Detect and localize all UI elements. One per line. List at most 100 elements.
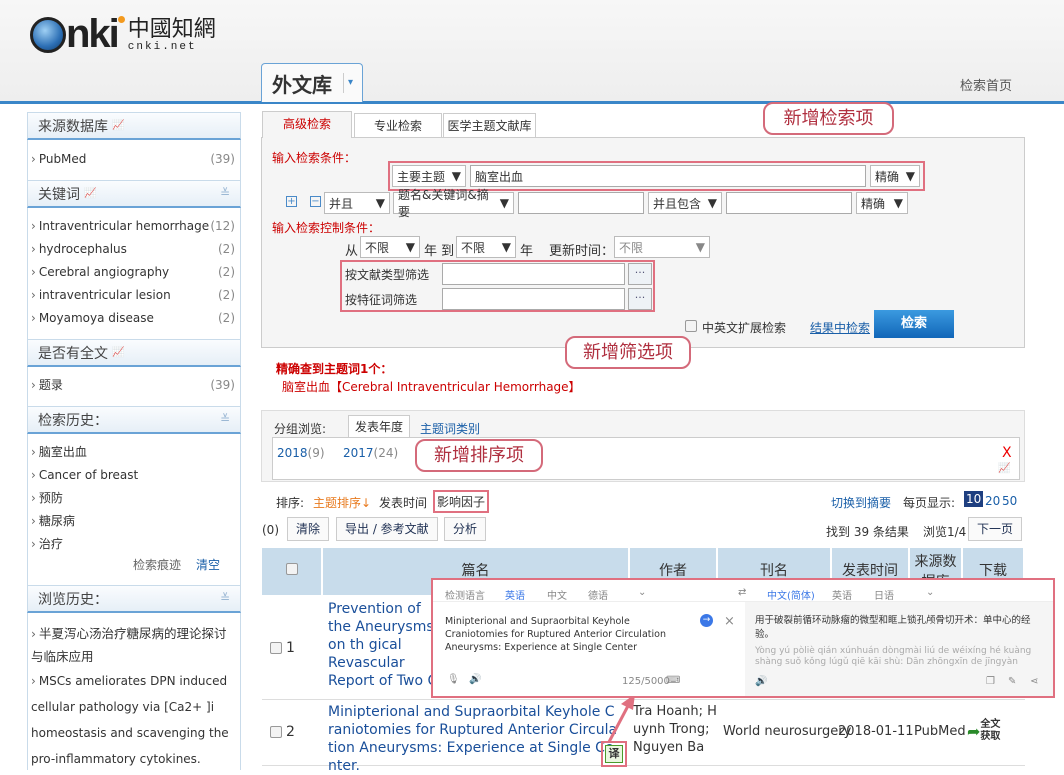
list-item[interactable]: › 脑室出血 bbox=[27, 444, 241, 460]
tab-advanced[interactable]: 高级检索 bbox=[262, 111, 352, 138]
target-lang-english[interactable]: 英语 bbox=[832, 587, 852, 602]
tab-subject-category[interactable]: 主题词类别 bbox=[420, 420, 480, 437]
feature-more-button[interactable]: ··· bbox=[628, 288, 652, 310]
match-select-2[interactable]: 精确 ▼ bbox=[856, 192, 908, 214]
switch-abstract-link[interactable]: 切换到摘要 bbox=[831, 494, 891, 511]
year-value[interactable]: 2018 bbox=[277, 446, 308, 460]
year-2018[interactable]: 2018(9) bbox=[277, 446, 325, 460]
match-select[interactable]: 精确 ▼ bbox=[870, 165, 920, 187]
search-input-2[interactable] bbox=[518, 192, 644, 214]
item-label[interactable]: Intraventricular hemorrhage bbox=[39, 219, 209, 233]
item-label[interactable]: Cancer of breast bbox=[39, 468, 138, 482]
tab-professional[interactable]: 专业检索 bbox=[354, 113, 442, 138]
clear-text-icon[interactable]: × bbox=[724, 614, 735, 629]
list-item[interactable]: › 半夏泻心汤治疗糖尿病的理论探讨与临床应用 bbox=[27, 622, 237, 668]
item-label[interactable]: MSCs ameliorates DPN induced cellular pa… bbox=[31, 674, 229, 766]
list-item[interactable]: › 治疗 bbox=[27, 536, 241, 552]
feature-filter-input[interactable] bbox=[442, 288, 625, 310]
author-cell[interactable]: Tra Hoanh; Huynh Trong; Nguyen Ba bbox=[633, 703, 717, 757]
search-input-3[interactable] bbox=[726, 192, 852, 214]
item-label[interactable]: Cerebral angiography bbox=[39, 265, 169, 279]
speaker-icon[interactable]: 🔊 bbox=[469, 674, 481, 685]
item-label[interactable]: Moyamoya disease bbox=[39, 311, 154, 325]
article-title-link[interactable]: Prevention of the Aneurysms on th gical … bbox=[328, 600, 438, 692]
chevron-down-icon[interactable]: ⌄ bbox=[926, 587, 934, 598]
year-value[interactable]: 2017 bbox=[343, 446, 374, 460]
detect-language-tab[interactable]: 检测语言 bbox=[445, 587, 485, 602]
list-item[interactable]: › 预防 bbox=[27, 490, 241, 506]
share-icon[interactable]: ⋖ bbox=[1030, 676, 1038, 687]
translate-go-icon[interactable]: → bbox=[700, 614, 713, 627]
item-label[interactable]: 题录 bbox=[39, 378, 63, 392]
search-trace-link[interactable]: 检索痕迹 bbox=[133, 556, 181, 573]
expand-checkbox[interactable] bbox=[685, 320, 697, 332]
copy-icon[interactable]: ❐ bbox=[986, 676, 995, 687]
home-link[interactable]: 检索首页 bbox=[960, 75, 1012, 94]
add-row-icon[interactable]: + bbox=[286, 196, 297, 207]
chevron-down-icon[interactable]: ▾ bbox=[343, 73, 357, 93]
edit-icon[interactable]: ✎ bbox=[1008, 676, 1016, 687]
list-item[interactable]: › Moyamoya disease (2) bbox=[27, 310, 241, 326]
item-label[interactable]: 预防 bbox=[39, 491, 63, 505]
list-item[interactable]: › Cancer of breast bbox=[27, 467, 241, 483]
page-size-10[interactable]: 10 bbox=[964, 491, 984, 507]
source-text-input[interactable]: Minipterional and Supraorbital Keyhole C… bbox=[445, 615, 695, 654]
search-in-results-link[interactable]: 结果中检索 bbox=[810, 319, 870, 336]
logic-select[interactable]: 并且 ▼ bbox=[324, 192, 390, 214]
sort-date[interactable]: 发表时间 bbox=[379, 494, 427, 511]
to-year-select[interactable]: 不限 ▼ bbox=[456, 236, 516, 258]
tab-medical-subject[interactable]: 医学主题文献库 bbox=[443, 113, 536, 138]
list-item[interactable]: › Intraventricular hemorrhage (12) bbox=[27, 218, 241, 234]
next-page-button[interactable]: 下一页 bbox=[968, 517, 1023, 541]
from-year-select[interactable]: 不限 ▼ bbox=[360, 236, 420, 258]
journal-cell[interactable]: World neurosurgery bbox=[723, 724, 851, 739]
matched-term-link[interactable]: 脑室出血【Cerebral Intraventricular Hemorrhag… bbox=[282, 378, 581, 395]
list-item[interactable]: › MSCs ameliorates DPN induced cellular p… bbox=[27, 668, 232, 772]
collapse-icon[interactable]: ≚ bbox=[220, 591, 230, 605]
year-2017[interactable]: 2017(24) bbox=[343, 446, 398, 460]
source-lang-german[interactable]: 德语 bbox=[588, 587, 608, 602]
speaker-icon[interactable]: 🔊 bbox=[755, 676, 767, 687]
update-time-select[interactable]: 不限 ▼ bbox=[614, 236, 710, 258]
target-lang-chinese[interactable]: 中文(简体) bbox=[767, 587, 815, 602]
fulltext-download[interactable]: ➦ 全文获取 bbox=[967, 719, 1002, 743]
list-item[interactable]: › PubMed (39) bbox=[27, 151, 241, 167]
chart-icon[interactable]: 📈 bbox=[998, 463, 1010, 474]
field-select[interactable]: 主要主题 ▼ bbox=[392, 165, 466, 187]
sort-option-label[interactable]: 主题排序 bbox=[313, 496, 361, 510]
field-select-2[interactable]: 题名&关键词&摘要 ▼ bbox=[393, 188, 514, 219]
item-label[interactable]: intraventricular lesion bbox=[39, 288, 171, 302]
search-input[interactable]: 脑室出血 bbox=[470, 165, 866, 187]
sort-impact-factor[interactable]: 影响因子 bbox=[433, 490, 490, 513]
microphone-icon[interactable]: 🎙 bbox=[447, 674, 460, 685]
row-checkbox[interactable] bbox=[270, 726, 282, 738]
analyze-button[interactable]: 分析 bbox=[444, 517, 487, 541]
select-all-checkbox[interactable] bbox=[285, 563, 298, 575]
chart-icon[interactable]: 📈 bbox=[84, 188, 96, 199]
sort-subject[interactable]: 主题排序↓ bbox=[313, 494, 371, 511]
list-item[interactable]: › 题录 (39) bbox=[27, 377, 241, 393]
article-title-link[interactable]: Minipterional and Supraorbital Keyhole C… bbox=[328, 703, 620, 775]
item-label[interactable]: 糖尿病 bbox=[39, 514, 75, 528]
tab-year[interactable]: 发表年度 bbox=[348, 415, 410, 438]
cnki-logo[interactable]: nki 中國知網 cnki.net bbox=[30, 8, 216, 54]
contain-select[interactable]: 并且包含 ▼ bbox=[648, 192, 722, 214]
close-icon[interactable]: X bbox=[1002, 445, 1012, 461]
collapse-icon[interactable]: ≚ bbox=[220, 186, 230, 200]
list-item[interactable]: › hydrocephalus (2) bbox=[27, 241, 241, 257]
source-lang-english[interactable]: 英语 bbox=[505, 587, 525, 602]
page-size-50[interactable]: 50 bbox=[1002, 494, 1017, 508]
collapse-icon[interactable]: ≚ bbox=[220, 412, 230, 426]
row-checkbox[interactable] bbox=[270, 642, 282, 654]
list-item[interactable]: › intraventricular lesion (2) bbox=[27, 287, 241, 303]
item-label[interactable]: hydrocephalus bbox=[39, 242, 127, 256]
item-label[interactable]: 治疗 bbox=[39, 537, 63, 551]
library-selector[interactable]: 外文库 ▾ bbox=[261, 63, 363, 102]
item-label[interactable]: 半夏泻心汤治疗糖尿病的理论探讨与临床应用 bbox=[31, 626, 227, 664]
list-item[interactable]: › 糖尿病 bbox=[27, 513, 241, 529]
swap-languages-icon[interactable]: ⇄ bbox=[738, 587, 746, 598]
export-button[interactable]: 导出 / 参考文献 bbox=[336, 517, 438, 541]
chart-icon[interactable]: 📈 bbox=[112, 347, 124, 358]
item-label[interactable]: 脑室出血 bbox=[39, 445, 87, 459]
chart-icon[interactable]: 📈 bbox=[112, 120, 124, 131]
